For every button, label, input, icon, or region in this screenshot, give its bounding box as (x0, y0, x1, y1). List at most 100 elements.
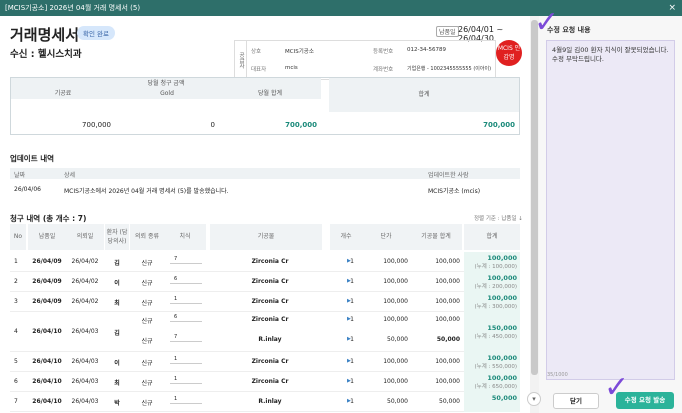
cell-tooth: 1 (174, 376, 178, 382)
supplier-reg: 012-34-56789 (407, 47, 446, 53)
summary-total-value: 700,000 (483, 121, 515, 129)
cell-price: 50,000 (387, 398, 408, 405)
scroll-down-icon[interactable]: ▾ (527, 392, 541, 406)
row-cumulative: (누계 : 100,000) (474, 264, 517, 270)
summary-gold-value: 0 (210, 121, 215, 129)
row-total: 50,000 (464, 392, 520, 412)
cell-product: Zirconia Cr (251, 316, 289, 323)
table-row[interactable]: 5 26/04/10 26/04/03 이 신규 1 Zirconia Cr 1 ▶ 100,00… (10, 352, 520, 372)
cell-no: 1 (14, 258, 18, 265)
cell-tooth: 1 (174, 356, 178, 362)
invoice-document: 거래명세서 확인 완료 수신 : 헬시스치과 납품일 26/04/01 ~ 26… (0, 16, 530, 413)
cell-price: 100,000 (383, 298, 408, 305)
table-row[interactable]: 4 26/04/10 26/04/03 김 신규 6 Zirconia Cr 1 ▶ 100,00… (10, 312, 520, 352)
cell-tooth: 6 (174, 314, 178, 320)
updates-col-detail: 상세 (64, 172, 76, 179)
updates-row-date: 26/04/06 (14, 186, 41, 193)
updates-col-who: 업데이트한 사람 (428, 172, 469, 179)
cell-tooth: 1 (174, 396, 178, 402)
updates-title: 업데이트 내역 (10, 154, 55, 163)
updates-header: 날짜 상세 업데이트한 사람 (10, 168, 520, 179)
table-row[interactable]: 3 26/04/09 26/04/02 최 신규 1 Zirconia Cr 1 ▶ 100,00… (10, 292, 520, 312)
document-scroll-thumb[interactable] (531, 20, 538, 375)
items-col-count: 개수 (330, 224, 362, 250)
close-button[interactable]: 닫기 (553, 393, 599, 409)
cell-subtotal: 100,000 (435, 358, 460, 365)
tooth-chart-line (170, 321, 202, 322)
supplier-name: MCIS기공소 (285, 49, 314, 55)
count-marker-icon: ▶ (347, 358, 351, 364)
cell-delivery: 26/04/10 (32, 378, 62, 385)
supplier-rep: mcis (285, 65, 298, 71)
cell-request: 26/04/02 (71, 298, 99, 305)
cell-price: 100,000 (383, 278, 408, 285)
cell-price: 100,000 (383, 378, 408, 385)
cell-subtotal: 50,000 (436, 336, 460, 343)
supplier-label-reg: 등록번호 (373, 49, 394, 55)
items-col-request: 의뢰일 (66, 224, 104, 250)
request-text: 4월9일 김00 환자 치식이 잘못되었습니다. 수정 부탁드립니다. (552, 46, 669, 63)
cell-tooth: 1 (174, 296, 178, 302)
row-total: 100,000 (누계 : 100,000) (464, 252, 520, 272)
supplier-info: 공급자 상호 MCIS기공소 대표자 mcis 등록번호 012-34-5678… (234, 40, 496, 80)
cell-patient: 최 (114, 380, 120, 387)
company-stamp: MCIS 인감명 (496, 40, 522, 66)
cell-no: 7 (14, 398, 18, 405)
table-row[interactable]: 2 26/04/09 26/04/02 이 신규 6 Zirconia Cr 1 ▶ 100,00… (10, 272, 520, 292)
items-col-no: No (10, 224, 26, 250)
summary-col-fee: 기공료 (11, 89, 115, 99)
cell-delivery: 26/04/10 (32, 398, 62, 405)
row-total: 150,000 (누계 : 450,000) (464, 312, 520, 352)
cell-type: 신규 (141, 260, 153, 267)
cell-delivery: 26/04/10 (32, 328, 62, 335)
cell-product: R.inlay (258, 336, 282, 343)
checkmark-annotation-icon: ✓ (534, 5, 560, 40)
summary-col-gold: Gold (115, 89, 219, 99)
items-title: 청구 내역 (총 개수 : 7) (10, 214, 87, 223)
table-row[interactable]: 6 26/04/10 26/04/03 최 신규 1 Zirconia Cr 1 ▶ 100,00… (10, 372, 520, 392)
status-badge: 확인 완료 (77, 26, 115, 40)
cell-no: 3 (14, 298, 18, 305)
table-row[interactable]: 7 26/04/10 26/04/03 박 신규 1 R.inlay 1 ▶ 50,000 50,0… (10, 392, 520, 412)
cell-product: R.inlay (258, 398, 282, 405)
items-col-total: 합계 (464, 224, 520, 250)
window-title: [MCIS기공소] 2026년 04월 거래 명세서 (5) (5, 4, 141, 12)
row-cumulative: (누계 : 200,000) (474, 284, 517, 290)
cell-request: 26/04/02 (71, 258, 99, 265)
cell-no: 6 (14, 378, 18, 385)
summary-month-value: 700,000 (285, 121, 317, 129)
cell-subtotal: 100,000 (435, 378, 460, 385)
row-total-value: 100,000 (487, 354, 517, 362)
cell-subtotal: 50,000 (439, 398, 460, 405)
supplier-label-name: 상호 (251, 49, 262, 55)
sort-note[interactable]: 정렬 기준 : 납품일 ↓ (474, 214, 523, 222)
count-marker-icon: ▶ (347, 336, 351, 342)
table-row[interactable]: 1 26/04/09 26/04/02 김 신규 7 Zirconia Cr 1 ▶ 100,00… (10, 252, 520, 272)
items-col-price: 단가 (362, 224, 410, 250)
updates-row-who: MCIS기공소 (mcis) (428, 188, 481, 195)
cell-delivery: 26/04/09 (32, 278, 62, 285)
cell-type: 신규 (141, 300, 153, 307)
items-col-patient: 환자 (담당의사) (105, 224, 129, 250)
cell-subtotal: 100,000 (435, 298, 460, 305)
close-icon[interactable]: × (668, 0, 676, 16)
count-marker-icon: ▶ (347, 278, 351, 284)
cell-delivery: 26/04/10 (32, 358, 62, 365)
cell-no: 4 (14, 328, 18, 335)
items-col-tooth: 치식 (164, 224, 206, 250)
cell-product: Zirconia Cr (251, 278, 289, 285)
cell-subtotal: 100,000 (435, 316, 460, 323)
items-col-subtotal: 기공물 합계 (410, 224, 462, 250)
cell-subtotal: 100,000 (435, 258, 460, 265)
supplier-label-rep: 대표자 (251, 67, 267, 73)
count-marker-icon: ▶ (347, 378, 351, 384)
cell-request: 26/04/02 (71, 278, 99, 285)
cell-patient: 최 (114, 300, 120, 307)
cell-price: 50,000 (387, 336, 408, 343)
checkmark-annotation-icon: ✓ (604, 370, 630, 405)
count-marker-icon: ▶ (347, 258, 351, 264)
cell-delivery: 26/04/09 (32, 258, 62, 265)
cell-request: 26/04/03 (71, 328, 99, 335)
request-textarea[interactable]: 4월9일 김00 환자 치식이 잘못되었습니다. 수정 부탁드립니다. (546, 40, 675, 380)
row-total-value: 100,000 (487, 254, 517, 262)
